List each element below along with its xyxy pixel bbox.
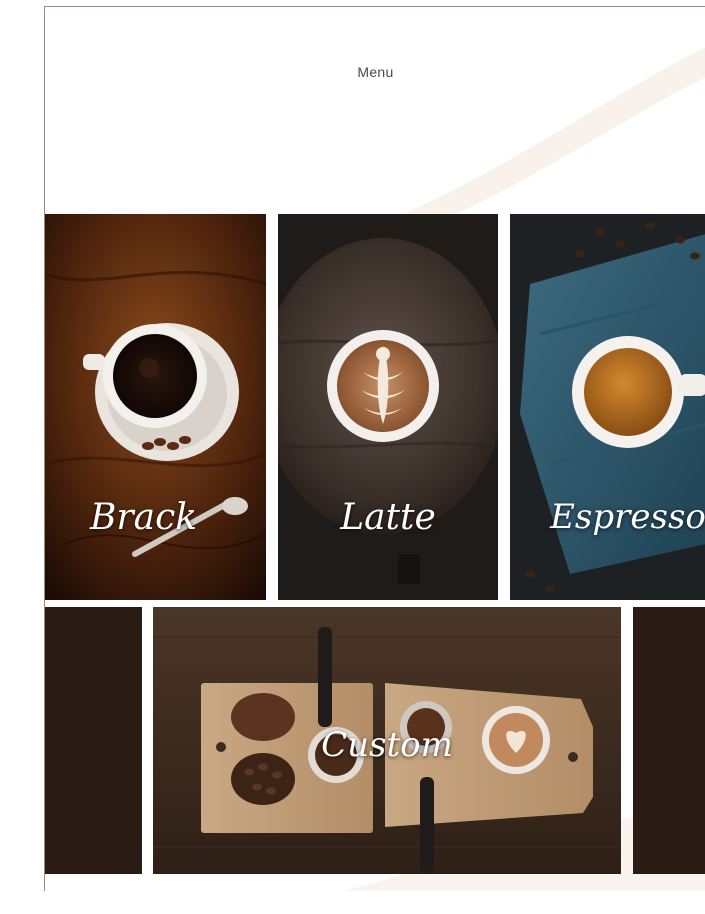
menu-tile-custom[interactable]: Custom (153, 607, 621, 874)
menu-tile-latte[interactable]: Latte (278, 214, 498, 600)
menu-tile-label-brack: Brack (89, 497, 198, 538)
brack-coffee-photo (45, 214, 266, 600)
menu-tile-label-custom: Custom (321, 725, 453, 765)
header: Menu (45, 7, 705, 212)
latte-photo (278, 214, 498, 600)
page-title: Menu (357, 64, 394, 80)
menu-tile-label-latte: Latte (340, 497, 436, 538)
menu-page: Menu Brack Latte Espresso Custom (44, 6, 705, 891)
espresso-photo (510, 214, 705, 600)
menu-tile-espresso[interactable]: Espresso (510, 214, 705, 600)
menu-tile-label-espresso: Espresso (550, 497, 705, 537)
side-panel-left (45, 607, 142, 874)
side-panel-right (633, 607, 705, 874)
menu-tile-brack[interactable]: Brack (45, 214, 266, 600)
